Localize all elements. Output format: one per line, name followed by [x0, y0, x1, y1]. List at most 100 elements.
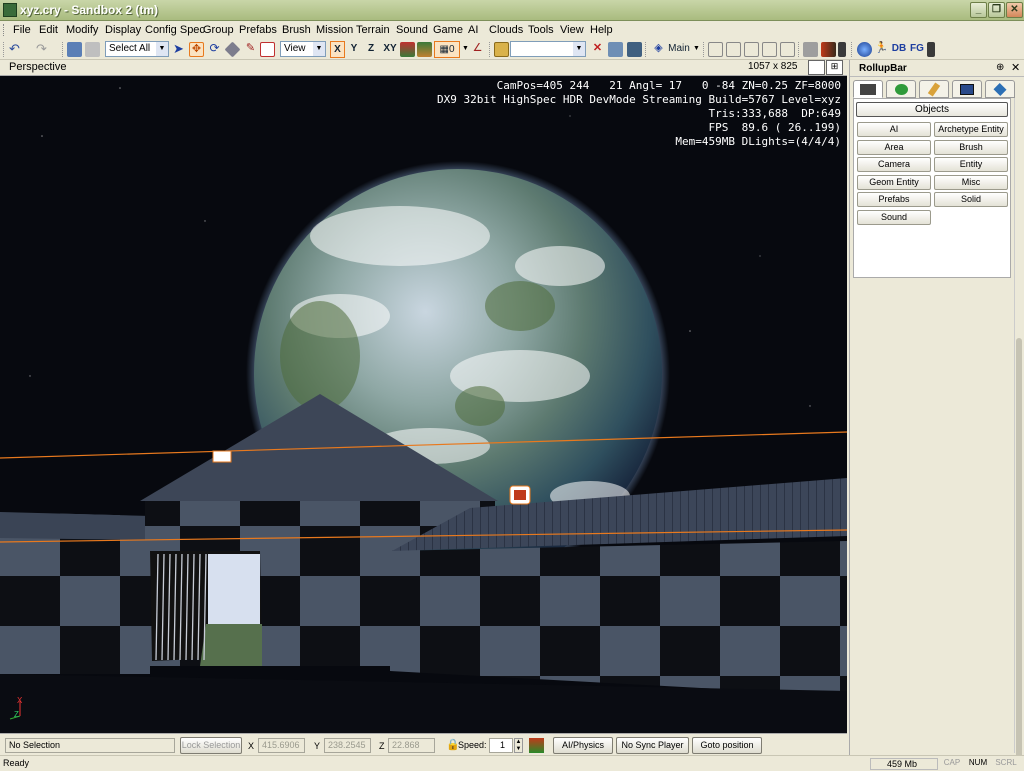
freeze-icon[interactable] — [608, 42, 623, 57]
menu-file[interactable]: File — [13, 24, 31, 36]
restore-button[interactable]: ❐ — [988, 2, 1005, 18]
current-layer-label[interactable]: Main — [667, 41, 691, 58]
terrain-follow-icon[interactable] — [529, 738, 544, 753]
menu-sound[interactable]: Sound — [396, 24, 428, 36]
archetype-entity-button[interactable]: Archetype Entity — [934, 122, 1008, 137]
selection-combo[interactable]: Select All ▼ — [105, 41, 169, 57]
geom-entity-button[interactable]: Geom Entity — [857, 175, 931, 190]
rollup-scrollbar[interactable] — [1014, 98, 1023, 758]
toolbar-grip[interactable] — [3, 42, 4, 57]
title-bar[interactable]: xyz.cry - Sandbox 2 (tm) _ ❐ ✕ — [0, 0, 1024, 21]
terrain-axis-icon[interactable] — [400, 42, 415, 57]
chevron-down-icon[interactable]: ▼ — [156, 42, 168, 56]
ai-button[interactable]: AI — [857, 122, 931, 137]
tab-display[interactable] — [952, 80, 982, 98]
axis-z-button[interactable]: Z — [364, 41, 378, 58]
objects-rollup-header[interactable]: Objects — [856, 102, 1008, 117]
scale-icon[interactable] — [224, 41, 241, 58]
align-to-grid-icon[interactable] — [744, 42, 759, 57]
brush-button[interactable]: Brush — [934, 140, 1008, 155]
lighting-icon[interactable] — [821, 42, 836, 57]
menu-help[interactable]: Help — [590, 24, 613, 36]
tab-modify[interactable] — [919, 80, 949, 98]
angle-snap-icon[interactable]: ∠ — [470, 42, 485, 57]
chevron-down-icon[interactable]: ▼ — [313, 42, 325, 56]
toolbar-overflow-icon[interactable] — [927, 42, 935, 57]
terrain-snap-icon[interactable] — [417, 42, 432, 57]
close-icon[interactable]: ✕ — [1011, 61, 1020, 74]
select-terrain-icon[interactable]: ✎ — [243, 42, 258, 57]
chevron-down-icon[interactable]: ▼ — [573, 42, 585, 56]
viewport-options-icon[interactable]: ⊞ — [826, 60, 843, 75]
menu-game[interactable]: Game — [433, 24, 463, 36]
z-coord-field[interactable]: 22.868 — [388, 738, 435, 753]
globe-icon[interactable] — [857, 42, 872, 57]
rollup-scrollbar-thumb[interactable] — [1016, 338, 1022, 758]
layers-icon[interactable]: ◈ — [651, 42, 666, 57]
align-to-terrain-icon[interactable] — [762, 42, 777, 57]
toolbar-overflow-icon[interactable] — [838, 42, 846, 57]
misc-button[interactable]: Misc — [934, 175, 1008, 190]
menu-config-spec[interactable]: Config Spec — [145, 24, 205, 36]
unfreeze-icon[interactable] — [627, 42, 642, 57]
delete-selection-icon[interactable]: ✕ — [590, 42, 605, 57]
menu-clouds[interactable]: Clouds — [489, 24, 523, 36]
menu-edit[interactable]: Edit — [39, 24, 58, 36]
no-sync-player-button[interactable]: No Sync Player — [616, 737, 689, 754]
menu-terrain[interactable]: Terrain — [356, 24, 390, 36]
speed-input[interactable]: 1 — [489, 738, 513, 753]
align-to-object-icon[interactable] — [726, 42, 741, 57]
lock-selection-button[interactable]: Lock Selection — [180, 737, 242, 754]
named-selection-icon[interactable] — [494, 42, 509, 57]
select-arrow-icon[interactable]: ➤ — [173, 42, 188, 57]
undo-icon[interactable]: ↶ — [9, 42, 24, 57]
area-button[interactable]: Area — [857, 140, 931, 155]
axis-y-button[interactable]: Y — [347, 41, 361, 58]
menu-brush[interactable]: Brush — [282, 24, 311, 36]
material-icon[interactable] — [803, 42, 818, 57]
tab-terrain[interactable] — [886, 80, 916, 98]
grid-snap-button[interactable]: ▦0 — [434, 41, 460, 58]
y-coord-field[interactable]: 238.2545 — [324, 738, 371, 753]
toolbar-grip[interactable] — [851, 42, 852, 57]
menu-ai[interactable]: AI — [468, 24, 478, 36]
named-selection-combo[interactable]: ▼ — [510, 41, 586, 57]
maximize-viewport-icon[interactable] — [808, 60, 825, 75]
x-coord-field[interactable]: 415.6906 — [258, 738, 305, 753]
menu-prefabs[interactable]: Prefabs — [239, 24, 277, 36]
scale-to-object-icon[interactable] — [780, 42, 795, 57]
link-icon[interactable] — [67, 42, 82, 57]
entity-button[interactable]: Entity — [934, 157, 1008, 172]
rotate-icon[interactable]: ⟳ — [207, 42, 222, 57]
ai-person-icon[interactable]: 🏃 — [874, 42, 889, 57]
axis-x-button[interactable]: X — [330, 41, 345, 58]
fg-button[interactable]: FG — [909, 41, 925, 58]
move-icon[interactable]: ✥ — [189, 42, 204, 57]
perspective-viewport[interactable]: CamPos=405 244 21 Angl= 17 0 -84 ZN=0.25… — [0, 76, 847, 733]
menu-tools[interactable]: Tools — [528, 24, 554, 36]
db-button[interactable]: DB — [891, 41, 907, 58]
minimize-button[interactable]: _ — [970, 2, 987, 18]
close-button[interactable]: ✕ — [1006, 2, 1023, 18]
menu-modify[interactable]: Modify — [66, 24, 98, 36]
solid-button[interactable]: Solid — [934, 192, 1008, 207]
axis-xy-button[interactable]: XY — [381, 41, 399, 58]
tab-layers[interactable] — [985, 80, 1015, 98]
speed-spinner[interactable]: ▲ ▼ — [514, 738, 523, 753]
prefabs-button[interactable]: Prefabs — [857, 192, 931, 207]
sound-button[interactable]: Sound — [857, 210, 931, 225]
camera-button[interactable]: Camera — [857, 157, 931, 172]
menu-display[interactable]: Display — [105, 24, 141, 36]
menu-mission[interactable]: Mission — [316, 24, 353, 36]
goto-position-button[interactable]: Goto position — [692, 737, 762, 754]
tab-objects[interactable] — [853, 80, 883, 98]
snap-icon[interactable] — [260, 42, 275, 57]
redo-icon[interactable]: ↷ — [36, 42, 51, 57]
viewport-name[interactable]: Perspective — [9, 61, 66, 73]
align-icon[interactable] — [708, 42, 723, 57]
menu-group[interactable]: Group — [203, 24, 234, 36]
menubar-grip[interactable] — [3, 24, 6, 36]
menu-view[interactable]: View — [560, 24, 584, 36]
unlink-icon[interactable] — [85, 42, 100, 57]
ai-physics-button[interactable]: AI/Physics — [553, 737, 613, 754]
